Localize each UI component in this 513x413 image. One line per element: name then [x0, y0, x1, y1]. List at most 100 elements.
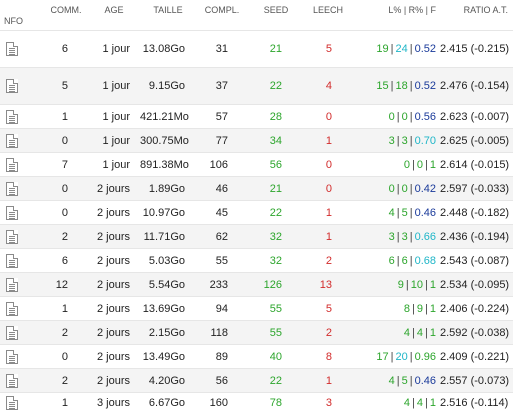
- header-leech[interactable]: LEECH: [306, 5, 350, 15]
- comm-cell: 12: [55, 278, 68, 291]
- ratio-at-cell: 2.543 (-0.087): [440, 254, 510, 267]
- leech-cell: 13: [319, 278, 332, 291]
- l-pct-value: 3: [388, 134, 395, 147]
- f-value: 0.42: [414, 182, 436, 195]
- ratio-pct-cell: 3 | 3 | 0.66: [360, 231, 436, 243]
- r-pct-value: 3: [401, 230, 408, 243]
- ratio-pct-cell: 0 | 0 | 0.42: [360, 183, 436, 195]
- comm-cell: 5: [61, 80, 68, 92]
- leech-cell: 1: [325, 134, 332, 147]
- comm-cell: 1: [61, 397, 68, 409]
- separator: |: [396, 374, 400, 387]
- r-pct-value: 6: [401, 254, 408, 267]
- separator: |: [405, 278, 409, 291]
- table-row[interactable]: 12 2 jours 5.54Go 233 126 13 9 | 10 | 1 2.534 (-0.0…: [0, 272, 513, 296]
- leech-cell: 1: [325, 206, 332, 219]
- nfo-document-icon[interactable]: [6, 229, 20, 244]
- leech-cell: 4: [325, 80, 332, 92]
- completed-cell: 233: [209, 278, 228, 291]
- size-cell: 421.21Mo: [140, 110, 189, 123]
- table-row[interactable]: 02 jours 10.97Go 45 22 1 4 | 5 | 0.46 2.448 (-0.18…: [0, 200, 513, 224]
- separator: |: [409, 374, 413, 387]
- leech-cell: 1: [325, 374, 332, 387]
- f-value: 0.52: [414, 80, 436, 92]
- ratio-at-cell: 2.448 (-0.182): [440, 206, 510, 219]
- table-row[interactable]: 71 jour 891.38Mo 106 56 0 0 | 0 | 1 2.614 (-0.015): [0, 152, 513, 176]
- header-taille[interactable]: TAILLE: [140, 5, 196, 15]
- f-value: 0.46: [414, 374, 436, 387]
- table-row[interactable]: 61 jour 13.08Go 31 21 5 19 | 24 | 0.52 2.415 (-0.2…: [0, 30, 513, 67]
- seed-cell: 32: [269, 230, 282, 243]
- age-cell: 3 jours: [96, 397, 130, 409]
- separator: |: [409, 206, 413, 219]
- r-pct-value: 10: [410, 278, 424, 291]
- seed-cell: 78: [269, 397, 282, 409]
- leech-cell: 0: [325, 182, 332, 195]
- l-pct-value: 19: [376, 43, 389, 55]
- nfo-document-icon[interactable]: [6, 277, 20, 292]
- leech-cell: 1: [325, 230, 332, 243]
- document-icon: [6, 229, 18, 244]
- table-row[interactable]: 02 jours 1.89Go 46 21 0 0 | 0 | 0.42 2.597 (-0.033…: [0, 176, 513, 200]
- nfo-document-icon[interactable]: [6, 205, 20, 220]
- nfo-document-icon[interactable]: [6, 325, 20, 340]
- header-seed[interactable]: SEED: [254, 5, 298, 15]
- ratio-pct-cell: 4 | 4 | 1: [360, 327, 436, 339]
- r-pct-value: 0: [416, 158, 424, 171]
- nfo-document-icon[interactable]: [6, 349, 20, 364]
- ratio-at-cell: 2.592 (-0.038): [440, 326, 510, 339]
- nfo-document-icon[interactable]: [6, 373, 20, 388]
- nfo-document-icon[interactable]: [6, 253, 20, 268]
- nfo-document-icon[interactable]: [6, 301, 20, 316]
- ratio-pct-cell: 0 | 0 | 0.56: [360, 111, 436, 123]
- separator: |: [412, 397, 415, 409]
- completed-cell: 62: [215, 230, 228, 243]
- table-row[interactable]: 22 jours 11.71Go 62 32 1 3 | 3 | 0.66 2.436 (-0.19…: [0, 224, 513, 248]
- size-cell: 10.97Go: [142, 206, 185, 219]
- comm-cell: 0: [61, 134, 68, 147]
- leech-cell: 5: [325, 43, 332, 55]
- header-compl[interactable]: COMPL.: [200, 5, 244, 15]
- r-pct-value: 3: [401, 134, 408, 147]
- table-row[interactable]: 62 jours 5.03Go 55 32 2 6 | 6 | 0.68 2.543 (-0.087…: [0, 248, 513, 272]
- size-cell: 5.54Go: [148, 278, 185, 291]
- table-row[interactable]: 02 jours 13.49Go 89 40 8 17 | 20 | 0.96 2.409 (-0.…: [0, 344, 513, 368]
- f-value: 1: [429, 326, 436, 339]
- ratio-at-cell: 2.534 (-0.095): [440, 278, 510, 291]
- table-row[interactable]: 51 jour 9.15Go 37 22 4 15 | 18 | 0.52 2.476 (-0.15…: [0, 67, 513, 104]
- nfo-document-icon[interactable]: [6, 396, 20, 410]
- header-nfo[interactable]: NFO: [4, 16, 34, 26]
- nfo-document-icon[interactable]: [6, 42, 20, 56]
- nfo-document-icon[interactable]: [6, 109, 20, 124]
- nfo-document-icon[interactable]: [6, 181, 20, 196]
- comm-cell: 6: [61, 254, 68, 267]
- table-row[interactable]: 12 jours 13.69Go 94 55 5 8 | 9 | 1 2.406 (-0.224): [0, 296, 513, 320]
- ratio-at-cell: 2.436 (-0.194): [440, 230, 510, 243]
- table-row[interactable]: 01 jour 300.75Mo 77 34 1 3 | 3 | 0.70 2.625 (-0.00…: [0, 128, 513, 152]
- table-row[interactable]: 22 jours 2.15Go 118 55 2 4 | 4 | 1 2.592 (-0.038): [0, 320, 513, 344]
- seed-cell: 56: [269, 158, 282, 171]
- table-row[interactable]: 11 jour 421.21Mo 57 28 0 0 | 0 | 0.56 2.623 (-0.00…: [0, 104, 513, 128]
- header-ratio[interactable]: RATIO A.T.: [442, 5, 508, 15]
- age-cell: 2 jours: [96, 350, 130, 363]
- nfo-document-icon[interactable]: [6, 133, 20, 148]
- document-icon: [6, 396, 18, 410]
- nfo-document-icon[interactable]: [6, 79, 20, 93]
- size-cell: 11.71Go: [143, 230, 185, 243]
- age-cell: 2 jours: [96, 374, 130, 387]
- document-icon: [6, 301, 18, 316]
- r-pct-value: 20: [395, 350, 408, 363]
- ratio-pct-cell: 0 | 0 | 1: [360, 159, 436, 171]
- header-comm[interactable]: COMM.: [46, 5, 86, 15]
- seed-cell: 21: [269, 182, 282, 195]
- age-cell: 2 jours: [96, 206, 130, 219]
- separator: |: [425, 397, 428, 409]
- completed-cell: 31: [215, 43, 228, 55]
- header-ratio-pct[interactable]: L% | R% | F: [360, 5, 436, 15]
- document-icon: [6, 253, 18, 268]
- r-pct-value: 0: [401, 110, 408, 123]
- header-age[interactable]: AGE: [92, 5, 136, 15]
- table-row[interactable]: 22 jours 4.20Go 56 22 1 4 | 5 | 0.46 2.557 (-0.073…: [0, 368, 513, 392]
- table-row[interactable]: 13 jours 6.67Go 160 78 3 4 | 4 | 1 2.516 (-0.114): [0, 392, 513, 413]
- nfo-document-icon[interactable]: [6, 157, 20, 172]
